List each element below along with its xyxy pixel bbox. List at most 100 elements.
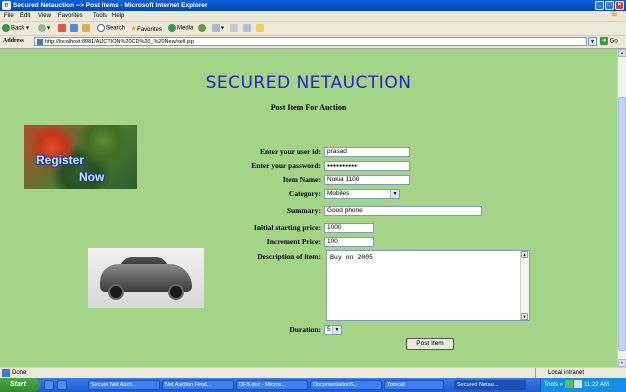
system-tray: Tools » 11:22 AM: [540, 378, 626, 392]
task-button[interactable]: Tomcat: [384, 380, 444, 390]
description-text: Buy on 2005: [330, 253, 374, 261]
go-button[interactable]: ➜ Go: [600, 37, 624, 46]
history-icon: [198, 24, 206, 32]
task-button[interactable]: DFS.doc - Micros...: [236, 380, 308, 390]
maximize-button[interactable]: □: [605, 1, 614, 10]
address-dropdown-icon[interactable]: ▼: [588, 37, 597, 46]
menu-favorites[interactable]: Favorites: [58, 12, 83, 20]
scroll-thumb[interactable]: [618, 97, 626, 351]
summary-input[interactable]: Good phone: [324, 206, 482, 216]
item-name-input[interactable]: Nokia 1100: [324, 175, 410, 185]
stop-button[interactable]: [58, 24, 67, 34]
car-wheel: [108, 284, 124, 300]
media-button[interactable]: Media: [168, 24, 193, 34]
quicklaunch-ie-icon[interactable]: [44, 380, 54, 390]
scroll-down-icon[interactable]: ▼: [521, 313, 528, 320]
car-image: [88, 248, 204, 308]
task-button[interactable]: DocumentationS...: [310, 380, 382, 390]
minimize-button[interactable]: _: [595, 1, 604, 10]
volume-icon[interactable]: [574, 380, 583, 389]
user-id-label: Enter your user id:: [259, 147, 321, 156]
search-button[interactable]: Search: [97, 24, 125, 34]
favorites-label: Favorites: [137, 27, 162, 33]
back-button[interactable]: Back ▾: [2, 24, 29, 34]
taskbar: Start Secure Net Aucti... Net Auction Fi…: [0, 378, 626, 392]
status-bar: Done Local intranet: [0, 367, 626, 378]
address-bar: Address http://localhost:8081/AUCTION%20…: [0, 36, 626, 49]
mail-icon: [212, 24, 220, 32]
menu-view[interactable]: View: [38, 12, 51, 20]
menu-tools[interactable]: Tools: [93, 12, 107, 20]
duration-label: Duration:: [289, 325, 321, 334]
status-text: Done: [12, 370, 27, 376]
forward-button[interactable]: ▾: [38, 24, 50, 34]
increment-price-input[interactable]: 100: [324, 237, 374, 247]
start-button[interactable]: Start: [0, 378, 40, 392]
task-button[interactable]: Net Auction Final...: [162, 380, 234, 390]
mail-button[interactable]: ▾: [212, 24, 224, 34]
page-subtitle: Post Item For Auction: [270, 103, 347, 112]
item-name-label: Item Name:: [282, 175, 321, 184]
go-arrow-icon: ➜: [600, 37, 608, 45]
user-id-input[interactable]: prasad: [324, 147, 410, 157]
register-word: Register: [36, 153, 85, 167]
register-now-image[interactable]: Register Now: [24, 125, 137, 189]
edit-button[interactable]: [243, 24, 252, 34]
media-label: Media: [177, 25, 194, 32]
password-input[interactable]: ●●●●●●●●●●: [324, 161, 410, 171]
summary-label: Summary:: [286, 206, 321, 215]
chevron-down-icon: ▼: [390, 190, 399, 198]
print-button[interactable]: [230, 24, 239, 34]
address-label: Address: [3, 38, 24, 44]
toolbar: Back ▾ ▾ Search ★Favorites Media ▾: [0, 22, 626, 36]
folder-icon: [256, 24, 264, 32]
home-icon: [82, 24, 90, 32]
menu-file[interactable]: File: [4, 12, 14, 20]
edit-icon: [243, 24, 251, 32]
category-select[interactable]: Mobiles ▼: [324, 189, 400, 199]
menu-bar: File Edit View Favorites Tools Help ⊞: [0, 11, 626, 22]
refresh-button[interactable]: [70, 24, 79, 34]
quicklaunch-desktop-icon[interactable]: [57, 380, 67, 390]
now-word: Now: [79, 170, 105, 184]
textarea-scrollbar[interactable]: ▲ ▼: [520, 251, 529, 320]
description-textarea[interactable]: Buy on 2005 ▲ ▼: [326, 250, 530, 321]
window-title: Secured Netauction --> Post Items - Micr…: [13, 2, 208, 9]
folder-button[interactable]: [256, 24, 265, 34]
back-label: Back: [11, 25, 25, 32]
window-title-bar[interactable]: e Secured Netauction --> Post Items - Mi…: [0, 0, 626, 11]
zone-label: Local intranet: [548, 370, 585, 376]
scroll-down-icon[interactable]: ▼: [618, 359, 626, 367]
history-button[interactable]: [198, 24, 207, 34]
site-title: SECURED NETAUCTION: [205, 73, 412, 93]
duration-value: 5: [327, 326, 331, 333]
media-icon: [168, 24, 176, 32]
tray-tools-label[interactable]: Tools: [544, 382, 558, 388]
forward-icon: [38, 24, 46, 32]
go-label: Go: [609, 38, 618, 45]
close-button[interactable]: ×: [615, 1, 624, 10]
menu-edit[interactable]: Edit: [20, 12, 30, 20]
back-icon: [2, 24, 10, 32]
page-content: SECURED NETAUCTION Post Item For Auction…: [0, 49, 617, 367]
task-button-active[interactable]: Secured Netau...: [454, 380, 526, 390]
scroll-up-icon[interactable]: ▲: [521, 251, 528, 258]
security-zone: Local intranet: [535, 368, 626, 378]
page-scrollbar[interactable]: ▲ ▼: [617, 49, 626, 367]
address-url: http://localhost:8081/AUCTION%20CD%20_%2…: [45, 39, 194, 45]
post-item-button[interactable]: Post Item: [406, 338, 454, 350]
network-icon[interactable]: [564, 380, 573, 389]
start-price-input[interactable]: 1000: [324, 223, 374, 233]
description-label: Description of item:: [257, 252, 321, 261]
scroll-up-icon[interactable]: ▲: [618, 49, 626, 57]
car-wheel: [168, 284, 184, 300]
home-button[interactable]: [82, 24, 91, 34]
address-input[interactable]: http://localhost:8081/AUCTION%20CD%20_%2…: [34, 37, 587, 46]
category-label: Category:: [288, 189, 321, 198]
task-button[interactable]: Secure Net Aucti...: [88, 380, 160, 390]
menu-help[interactable]: Help: [112, 12, 124, 20]
stop-icon: [58, 24, 66, 32]
favorites-button[interactable]: ★Favorites: [130, 24, 162, 35]
duration-select[interactable]: 5 ▼: [324, 325, 342, 335]
start-price-label: Initial starting price:: [253, 223, 321, 232]
